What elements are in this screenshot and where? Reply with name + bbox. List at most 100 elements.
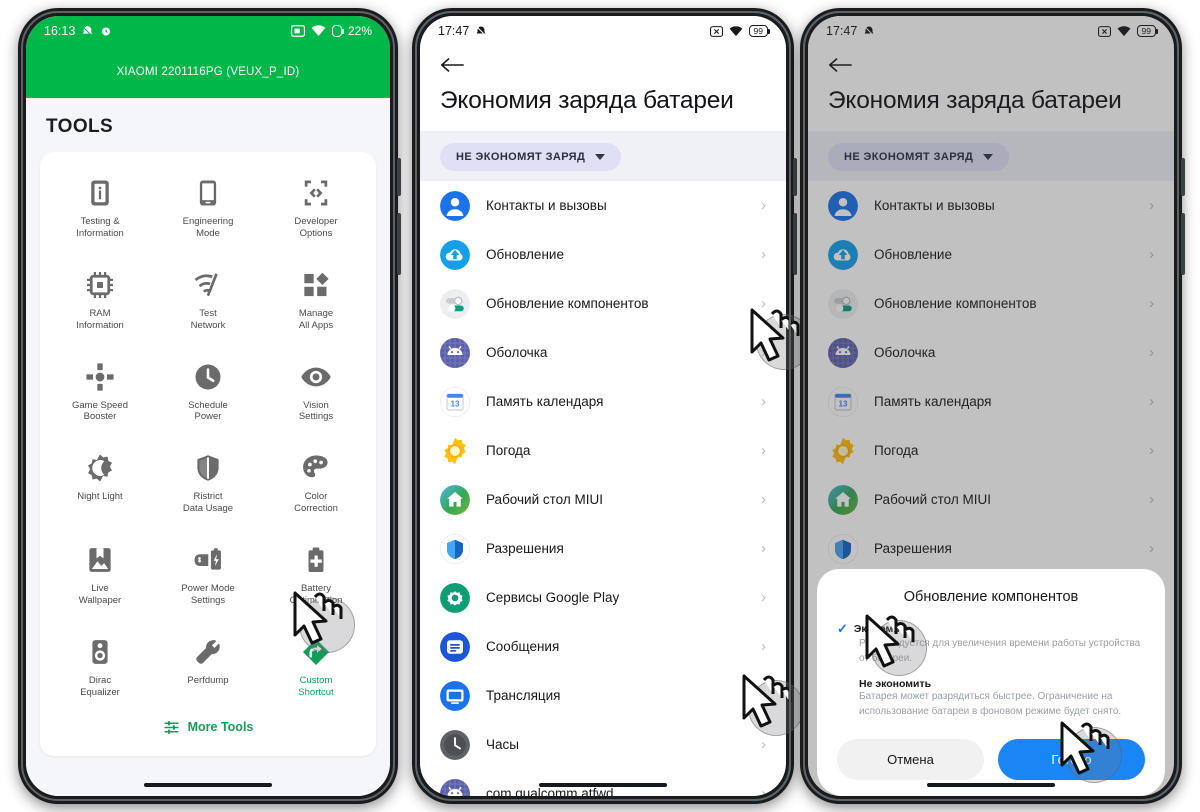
page-title: Экономия заряда батареи xyxy=(440,87,734,114)
chevron-right-icon: › xyxy=(761,638,766,655)
tool-item-color-correction[interactable]: Color Correction xyxy=(262,443,370,523)
component-update-dialog: Обновление компонентов ✓ Экономить Реком… xyxy=(817,569,1165,796)
tool-label: Test Network xyxy=(190,307,226,331)
tool-item-engineering-mode[interactable]: Engineering Mode xyxy=(154,168,262,248)
chevron-right-icon: › xyxy=(761,393,766,410)
app-row[interactable]: 13 Память календаря › xyxy=(420,377,786,426)
home-indicator[interactable] xyxy=(927,783,1055,787)
cast-off-icon xyxy=(709,25,723,37)
dialog-option-nosave[interactable]: Не экономить Батарея может разрядиться б… xyxy=(837,676,1145,729)
app-row-label: Погода xyxy=(486,443,531,458)
phone-info-icon xyxy=(83,176,117,210)
tool-item-testing-information[interactable]: Testing & Information xyxy=(46,168,154,248)
option-label: Экономить xyxy=(853,623,912,635)
tool-item-ram-information[interactable]: RAM Information xyxy=(46,260,154,340)
chevron-right-icon: › xyxy=(761,785,766,796)
tool-label: Developer Options xyxy=(294,216,338,239)
apps-grid-icon xyxy=(299,268,333,302)
home-indicator[interactable] xyxy=(144,783,272,787)
app-row[interactable]: Погода › xyxy=(420,426,786,475)
tool-item-schedule-power[interactable]: Schedule Power xyxy=(154,352,262,432)
status-bar: 17:47 99 xyxy=(420,16,786,46)
filter-chip[interactable]: НЕ ЭКОНОМЯТ ЗАРЯД xyxy=(440,143,622,171)
app-row[interactable]: Трансляция › xyxy=(420,671,786,720)
back-button[interactable] xyxy=(420,46,786,83)
power-button[interactable] xyxy=(793,158,797,196)
tool-label: Battery Optimization xyxy=(289,583,343,606)
dialog-option-save[interactable]: ✓ Экономить Рекомендуется для увеличения… xyxy=(837,619,1145,676)
toggles-icon xyxy=(440,288,470,319)
app-row[interactable]: Оболочка › xyxy=(420,328,786,377)
app-row[interactable]: Разрешения › xyxy=(420,524,786,573)
tool-label: Manage All Apps xyxy=(298,307,334,331)
tool-label: Custom Shortcut xyxy=(298,674,334,698)
option-description: Батарея может разрядиться быстрее. Огран… xyxy=(859,691,1122,717)
tool-item-custom-shortcut[interactable]: Custom Shortcut xyxy=(262,627,370,707)
alarm-icon xyxy=(102,27,111,36)
moon-sun-icon xyxy=(83,451,117,485)
tool-item-powermode-settings[interactable]: Power Mode Settings xyxy=(154,535,262,615)
analog-clock-icon xyxy=(440,729,470,760)
chevron-right-icon: › xyxy=(761,197,766,214)
tool-label: Night Light xyxy=(77,491,123,503)
app-row[interactable]: Рабочий стол MIUI › xyxy=(420,475,786,524)
tool-item-ristrict-datausage[interactable]: Ristrict Data Usage xyxy=(154,443,262,523)
chevron-right-icon: › xyxy=(761,589,766,606)
done-button[interactable]: Готово xyxy=(998,739,1145,780)
tool-item-nightlight[interactable]: Night Light xyxy=(46,443,154,523)
app-row-label: com.qualcomm.atfwd xyxy=(486,786,614,796)
more-tools-button[interactable]: More Tools xyxy=(46,707,370,746)
app-row-label: Сервисы Google Play xyxy=(486,590,620,605)
alarm-muted-icon xyxy=(82,25,94,37)
cast-icon xyxy=(290,25,305,37)
chip-icon xyxy=(83,268,117,302)
tool-item-live-wallpaper[interactable]: Live Wallpaper xyxy=(46,535,154,615)
calendar-13-icon: 13 xyxy=(440,386,470,417)
wifi-icon xyxy=(729,25,742,36)
app-row[interactable]: Сервисы Google Play › xyxy=(420,573,786,622)
code-brackets-icon xyxy=(299,176,333,210)
app-row[interactable]: Сообщения › xyxy=(420,622,786,671)
volume-button[interactable] xyxy=(397,213,401,275)
arrow-left-icon xyxy=(440,58,464,72)
tool-item-manage-allapps[interactable]: Manage All Apps xyxy=(262,260,370,340)
tool-item-perfdump[interactable]: Perfdump xyxy=(154,627,262,707)
cancel-button[interactable]: Отмена xyxy=(837,739,984,780)
power-button[interactable] xyxy=(1181,158,1185,196)
app-row[interactable]: Контакты и вызовы › xyxy=(420,181,786,230)
home-indicator[interactable] xyxy=(539,783,667,787)
app-row-label: Память календаря xyxy=(486,394,604,409)
app-row[interactable]: Обновление компонентов › xyxy=(420,279,786,328)
chevron-right-icon: › xyxy=(761,442,766,459)
phone-2-screen: 17:47 99 Экономия заряда батареи НЕ ЭКОН… xyxy=(420,16,786,796)
app-row[interactable]: Обновление › xyxy=(420,230,786,279)
volume-button[interactable] xyxy=(1181,213,1185,275)
more-tools-label: More Tools xyxy=(187,720,254,734)
tool-label: Game Speed Booster xyxy=(72,399,128,423)
tool-item-battery-optimization[interactable]: Battery Optimization xyxy=(262,535,370,615)
tool-item-dirac-equalizer[interactable]: Dirac Equalizer xyxy=(46,627,154,707)
power-button[interactable] xyxy=(397,158,401,196)
tool-item-developer-options[interactable]: Developer Options xyxy=(262,168,370,248)
app-list[interactable]: Контакты и вызовы › Обновление › Обновление … xyxy=(420,181,786,796)
volume-button[interactable] xyxy=(793,213,797,275)
device-header-bar: XIAOMI 2201116PG (VEUX_P_ID) xyxy=(26,46,390,98)
palette-icon xyxy=(299,451,333,485)
tool-label: Ristrict Data Usage xyxy=(182,491,234,515)
tool-item-gamespeed-booster[interactable]: Game Speed Booster xyxy=(46,352,154,432)
phone-1-screen: 16:13 22% XIAOMI 2201116PG (VEUX_P_ID) T… xyxy=(26,16,390,796)
chevron-right-icon: › xyxy=(761,540,766,557)
android-shell-icon xyxy=(440,778,470,796)
svg-text:13: 13 xyxy=(451,399,460,408)
gamepad-battery-icon xyxy=(191,543,225,577)
app-row-label: Разрешения xyxy=(486,541,564,556)
app-row-label: Рабочий стол MIUI xyxy=(486,492,603,507)
chevron-right-icon: › xyxy=(761,687,766,704)
screenshot-stage: 16:13 22% XIAOMI 2201116PG (VEUX_P_ID) T… xyxy=(0,0,1200,812)
tools-grid: Testing & Information Engineering Mode Devel… xyxy=(46,168,370,707)
tool-item-test-network[interactable]: Test Network xyxy=(154,260,262,340)
tool-item-vision-settings[interactable]: Vision Settings xyxy=(262,352,370,432)
tools-card: Testing & Information Engineering Mode Devel… xyxy=(40,152,376,756)
app-row[interactable]: Часы › xyxy=(420,720,786,769)
chevron-right-icon: › xyxy=(761,344,766,361)
